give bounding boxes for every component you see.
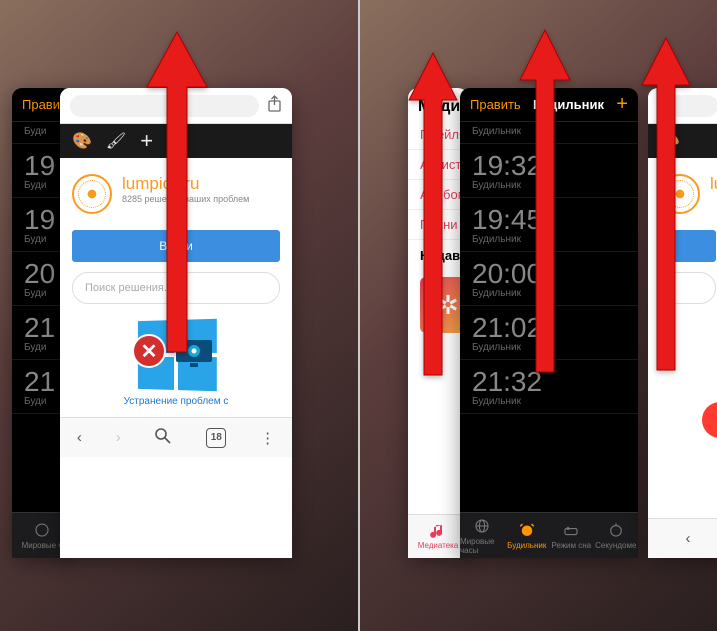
article-thumb[interactable]: ✕ <box>70 310 282 390</box>
share-icon[interactable] <box>267 95 282 116</box>
clock-tab-stopwatch[interactable]: Секундоме <box>594 513 639 558</box>
brush-icon[interactable]: 🖌 <box>106 131 126 151</box>
back-icon[interactable]: ‹ <box>686 530 691 547</box>
search-input[interactable]: Поиск решения... <box>72 272 280 304</box>
chrome-bottombar: ‹ › 18 ⋮ <box>60 417 292 457</box>
palette-icon[interactable]: 🎨 <box>660 131 680 151</box>
music-header: Медиа <box>408 88 468 120</box>
site-logo <box>72 174 112 214</box>
clock-tab-world[interactable]: Мировые часы <box>460 513 505 558</box>
alarm-row[interactable]: Будильник <box>460 122 638 144</box>
alarm-row[interactable]: 21:02Будильник <box>460 306 638 360</box>
record-button[interactable] <box>702 402 717 438</box>
alarm-row[interactable]: 19:45Будильник <box>460 198 638 252</box>
error-badge-icon: ✕ <box>132 334 166 368</box>
drawing-toolbar: 🎨 🖌 + <box>60 124 292 158</box>
add-alarm[interactable]: + <box>616 93 628 116</box>
music-recent: Недавн <box>408 240 468 271</box>
login-button[interactable]: Войти <box>72 230 280 262</box>
screenshot-left: Прави Буди 19Буди 19Буди 20Буди 21Буди 2… <box>0 0 360 631</box>
clock-edit[interactable]: Править <box>470 97 521 112</box>
music-item[interactable]: Альбомы <box>408 180 468 210</box>
site-logo <box>660 174 700 214</box>
clock-tab-sleep[interactable]: Режим сна <box>549 513 594 558</box>
alarm-row[interactable]: 21:32Будильник <box>460 360 638 414</box>
clock-edit[interactable]: Прави <box>22 97 60 112</box>
clock-header: Будильник <box>533 97 604 112</box>
menu-icon[interactable]: ⋮ <box>260 429 275 447</box>
music-tab-library[interactable]: Медиатека <box>408 515 468 558</box>
forward-icon[interactable]: › <box>116 429 121 446</box>
site-name: lumpics.ru <box>122 174 249 194</box>
clock-tab-alarm[interactable]: Будильник <box>505 513 550 558</box>
music-item[interactable]: Плейлис <box>408 120 468 150</box>
app-card-chrome[interactable]: Chrome 🎨 🖌 + lumpics.ru 8285 решений ваш… <box>60 88 292 558</box>
music-item[interactable]: Артисты <box>408 150 468 180</box>
alarm-row[interactable]: 19:32Будильник <box>460 144 638 198</box>
webpage: lumpics.ru 8285 решений ваших проблем Во… <box>60 158 292 417</box>
monitor-icon <box>174 338 214 368</box>
chrome-addressbar[interactable] <box>60 88 292 124</box>
palette-icon[interactable]: 🎨 <box>72 131 92 151</box>
tab-count[interactable]: 18 <box>206 428 226 448</box>
search-input[interactable] <box>660 272 716 304</box>
site-tagline: 8285 решений ваших проблем <box>122 194 249 204</box>
app-card-chrome-partial[interactable]: 🎨 lu ‹ <box>648 88 717 558</box>
alarm-row[interactable]: 20:00Будильник <box>460 252 638 306</box>
login-button[interactable] <box>660 230 716 262</box>
music-item[interactable]: Песни <box>408 210 468 240</box>
plus-icon[interactable]: + <box>140 128 153 154</box>
app-card-music-partial[interactable]: Медиа Плейлис Артисты Альбомы Песни Неда… <box>408 88 468 558</box>
url-field[interactable] <box>70 95 259 117</box>
app-card-clock[interactable]: Часы Править Будильник + Будильник 19:32… <box>460 88 638 558</box>
article-link[interactable]: Устранение проблем с <box>70 396 282 407</box>
search-icon[interactable] <box>154 427 172 449</box>
back-icon[interactable]: ‹ <box>77 429 82 446</box>
screenshot-right: Медиа Плейлис Артисты Альбомы Песни Неда… <box>360 0 717 631</box>
